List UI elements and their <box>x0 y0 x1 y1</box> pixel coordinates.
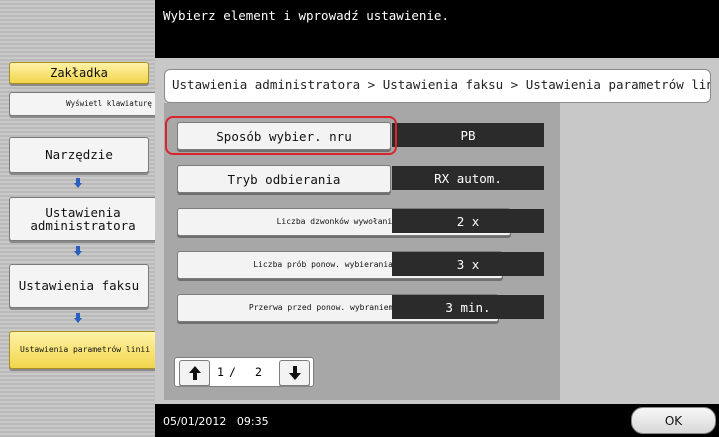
selection-highlight <box>165 116 397 155</box>
receive-mode-button[interactable]: Tryb odbierania <box>177 165 391 193</box>
datetime: 05/01/2012 09:35 <box>163 415 269 428</box>
sidebar-item-admin-settings[interactable]: Ustawienia administratora <box>9 197 157 241</box>
page-current: 1 <box>217 365 224 379</box>
page-up-button[interactable] <box>179 360 210 386</box>
page-down-button[interactable] <box>279 360 310 386</box>
sidebar-item-utility[interactable]: Narzędzie <box>9 137 149 173</box>
pager: 1 / 2 <box>174 357 314 387</box>
receive-mode-value: RX autom. <box>392 166 544 190</box>
arrow-up-icon <box>188 366 201 380</box>
down-arrow-icon <box>74 246 82 256</box>
breadcrumb: Ustawienia administratora > Ustawienia f… <box>164 69 711 103</box>
left-panel: Zakładka Wyświetl klawiaturę Narzędzie U… <box>0 0 209 437</box>
arrow-down-icon <box>288 366 301 380</box>
down-arrow-icon <box>74 178 82 188</box>
ring-count-value: 2 x <box>392 209 544 233</box>
redial-interval-value: 3 min. <box>392 295 544 319</box>
ok-button[interactable]: OK <box>631 407 716 434</box>
redial-attempts-value: 3 x <box>392 252 544 276</box>
dialing-method-value: PB <box>392 123 544 147</box>
down-arrow-icon <box>74 313 82 323</box>
instruction-message: Wybierz element i wprowadź ustawienie. <box>155 0 719 58</box>
page-separator: / <box>229 365 236 379</box>
page-total: 2 <box>255 365 262 379</box>
bookmark-tab[interactable]: Zakładka <box>9 62 149 84</box>
sidebar-item-fax-settings[interactable]: Ustawienia faksu <box>9 264 149 308</box>
